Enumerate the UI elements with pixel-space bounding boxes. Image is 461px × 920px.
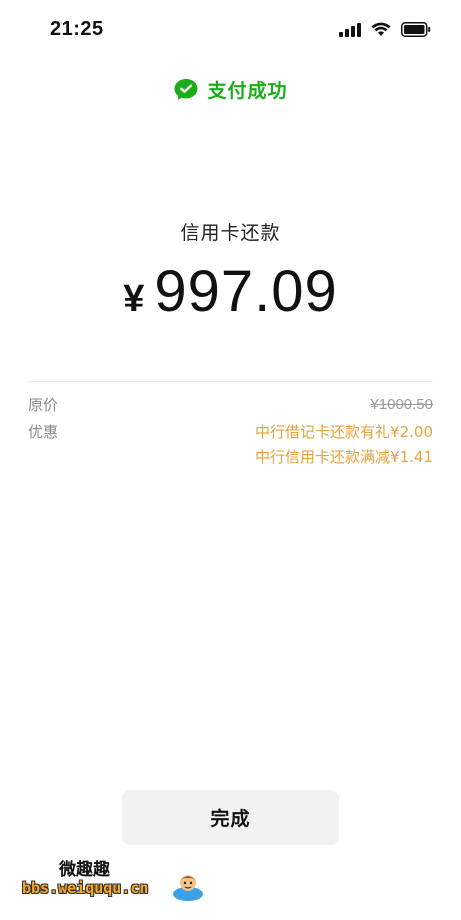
discount-item: 中行借记卡还款有礼¥2.00	[255, 423, 433, 441]
wechat-pay-icon	[174, 78, 198, 100]
divider	[28, 381, 433, 382]
discount-item: 中行信用卡还款满减¥1.41	[255, 448, 433, 466]
original-price-value: ¥1000.50	[370, 396, 433, 413]
payment-success-screen: 21:25 支付成功 信用卡还款 ¥ 997.09 原价 ¥1000.50 优惠…	[0, 0, 461, 920]
payment-success-text: 支付成功	[207, 80, 288, 102]
status-bar: 21:25	[0, 0, 461, 60]
status-time: 21:25	[50, 18, 104, 40]
amount-row: ¥ 997.09	[0, 258, 461, 325]
payment-success-header: 支付成功	[0, 76, 461, 103]
watermark: 微趣趣 bbs.weiququ.cn	[22, 855, 203, 910]
discount-label: 优惠	[28, 423, 59, 441]
original-price-label: 原价	[28, 396, 59, 414]
watermark-url: bbs.weiququ.cn	[22, 879, 149, 897]
watermark-title: 微趣趣	[59, 860, 110, 880]
currency-symbol: ¥	[123, 278, 145, 320]
wifi-icon	[371, 22, 391, 36]
cellular-signal-icon	[339, 22, 361, 37]
done-button[interactable]: 完成	[122, 790, 339, 845]
status-icons	[339, 22, 431, 37]
payment-amount: 997.09	[154, 259, 338, 324]
battery-icon	[401, 22, 431, 37]
payee-title: 信用卡还款	[180, 222, 281, 244]
mascot-icon	[173, 875, 203, 901]
